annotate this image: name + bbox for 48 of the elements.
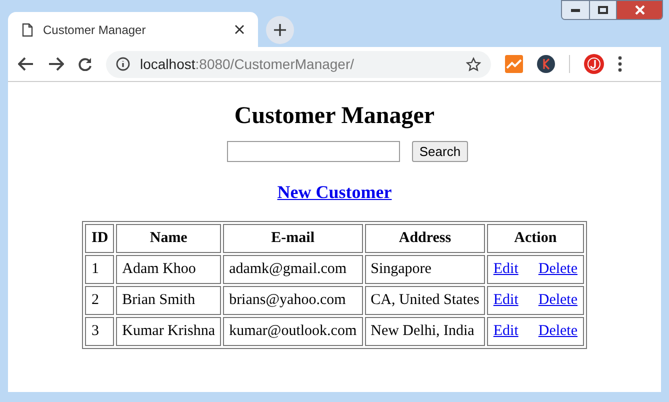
column-header: ID (85, 224, 114, 253)
table-cell: CA, United States (364, 286, 486, 315)
browser-tab[interactable]: Customer Manager (8, 12, 258, 47)
column-header: Action (487, 224, 584, 253)
page-icon (22, 22, 33, 36)
column-header: Name (116, 224, 222, 253)
table-cell: Brian Smith (116, 286, 222, 315)
new-customer-link[interactable]: New Customer (277, 181, 392, 203)
reload-icon[interactable] (78, 57, 92, 71)
table-cell: kumar@outlook.com (223, 317, 363, 346)
maximize-button[interactable] (589, 1, 616, 19)
info-icon (116, 57, 130, 71)
search-field[interactable] (227, 141, 400, 162)
table-cell: 3 (85, 317, 114, 346)
back-icon[interactable] (18, 57, 34, 71)
delete-link[interactable]: Delete (538, 289, 578, 312)
k-extension-icon[interactable] (537, 55, 555, 73)
delete-link[interactable]: Delete (538, 258, 578, 281)
edit-link[interactable]: Edit (493, 320, 518, 343)
table-cell: 2 (85, 286, 114, 315)
table-cell: adamk@gmail.com (223, 255, 363, 284)
page-heading: Customer Manager (234, 102, 435, 131)
close-button[interactable] (616, 1, 662, 19)
tab-title: Customer Manager (43, 22, 147, 38)
star-icon[interactable] (466, 56, 481, 72)
address-bar[interactable]: localhost:8080/CustomerManager/ (106, 50, 491, 78)
close-tab-icon[interactable] (235, 25, 244, 34)
plus-icon (274, 24, 286, 36)
edit-link[interactable]: Edit (493, 289, 518, 312)
menu-icon[interactable] (618, 56, 622, 72)
table-cell: Singapore (364, 255, 486, 284)
table-cell: New Delhi, India (364, 317, 486, 346)
edit-link[interactable]: Edit (493, 258, 518, 281)
table-cell: Kumar Krishna (116, 317, 222, 346)
table-cell: brians@yahoo.com (223, 286, 363, 315)
table-cell: Adam Khoo (116, 255, 222, 284)
new-tab-button[interactable] (266, 16, 294, 44)
search-button[interactable]: Search (412, 141, 468, 162)
close-icon (634, 5, 644, 15)
profile-icon[interactable] (584, 54, 604, 74)
column-header: E-mail (223, 224, 363, 253)
table-cell: 1 (85, 255, 114, 284)
url-text: localhost:8080/CustomerManager/ (140, 54, 356, 74)
delete-link[interactable]: Delete (538, 320, 578, 343)
forward-icon[interactable] (48, 57, 64, 71)
minimize-button[interactable] (562, 1, 589, 19)
column-header: Address (364, 224, 486, 253)
chart-extension-icon[interactable] (505, 55, 523, 73)
